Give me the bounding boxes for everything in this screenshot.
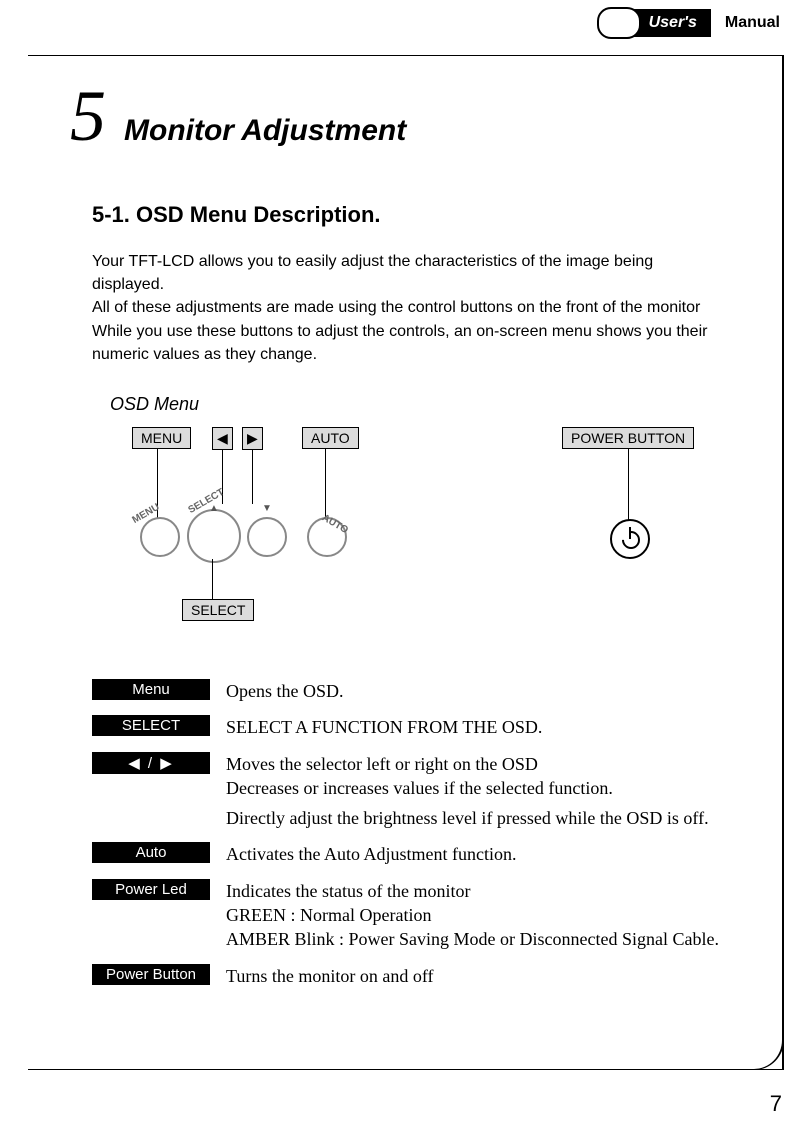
intro-p2: All of these adjustments are made using … bbox=[92, 299, 700, 316]
menu-dial-icon bbox=[140, 517, 180, 557]
diagram-right-arrow-box: ▶ bbox=[242, 427, 263, 450]
def-label-auto: Auto bbox=[92, 842, 210, 863]
line-right bbox=[252, 449, 253, 504]
header-users: User's bbox=[631, 9, 711, 37]
diagram-power-box: POWER BUTTON bbox=[562, 427, 694, 449]
chapter-number: 5 bbox=[70, 80, 106, 152]
diagram-left-arrow-box: ◀ bbox=[212, 427, 233, 450]
diagram-menu-box: MENU bbox=[132, 427, 191, 449]
def-desc-powerled: Indicates the status of the monitor GREE… bbox=[226, 879, 757, 952]
definitions: Menu Opens the OSD. SELECT SELECT A FUNC… bbox=[92, 679, 757, 988]
diagram-title: OSD Menu bbox=[110, 394, 757, 415]
up-triangle-icon: ▲ bbox=[209, 503, 219, 514]
def-label-powerbtn: Power Button bbox=[92, 964, 210, 985]
def-row-select: SELECT SELECT A FUNCTION FROM THE OSD. bbox=[92, 715, 757, 739]
arrows-dial-icon bbox=[247, 517, 287, 557]
def-desc-select: SELECT A FUNCTION FROM THE OSD. bbox=[226, 715, 757, 739]
def-row-menu: Menu Opens the OSD. bbox=[92, 679, 757, 703]
def-powerled-d3: AMBER Blink : Power Saving Mode or Disco… bbox=[226, 929, 719, 949]
chapter-title: Monitor Adjustment bbox=[124, 114, 406, 148]
diagram-auto-box: AUTO bbox=[302, 427, 359, 449]
page-number: 7 bbox=[770, 1091, 782, 1117]
def-row-auto: Auto Activates the Auto Adjustment funct… bbox=[92, 842, 757, 866]
intro-text: Your TFT-LCD allows you to easily adjust… bbox=[92, 250, 712, 366]
def-row-powerled: Power Led Indicates the status of the mo… bbox=[92, 879, 757, 952]
def-label-select: SELECT bbox=[92, 715, 210, 736]
header-manual: Manual bbox=[711, 9, 794, 37]
def-label-arrows: ◀ / ▶ bbox=[92, 752, 210, 774]
diagram-select-box: SELECT bbox=[182, 599, 254, 621]
line-power bbox=[628, 449, 629, 524]
def-row-arrows: ◀ / ▶ Moves the selector left or right o… bbox=[92, 752, 757, 831]
def-desc-arrows: Moves the selector left or right on the … bbox=[226, 752, 757, 831]
section-title: 5-1. OSD Menu Description. bbox=[92, 202, 757, 228]
power-icon bbox=[610, 519, 650, 559]
select-dial-icon bbox=[187, 509, 241, 563]
tab-ring-icon bbox=[597, 7, 641, 39]
line-auto bbox=[325, 449, 326, 519]
def-desc-menu: Opens the OSD. bbox=[226, 679, 757, 703]
intro-p1: Your TFT-LCD allows you to easily adjust… bbox=[92, 253, 653, 293]
line-select bbox=[212, 559, 213, 599]
def-row-powerbtn: Power Button Turns the monitor on and of… bbox=[92, 964, 757, 988]
def-arrows-d1: Moves the selector left or right on the … bbox=[226, 754, 538, 774]
down-triangle-icon: ▼ bbox=[262, 503, 272, 514]
chapter-heading: 5 Monitor Adjustment bbox=[70, 80, 757, 152]
def-desc-powerbtn: Turns the monitor on and off bbox=[226, 964, 757, 988]
intro-p3: While you use these buttons to adjust th… bbox=[92, 323, 707, 363]
def-label-powerled: Power Led bbox=[92, 879, 210, 900]
def-powerled-d1: Indicates the status of the monitor bbox=[226, 881, 470, 901]
header-tab: User's Manual bbox=[597, 8, 794, 38]
def-arrows-d3: Directly adjust the brightness level if … bbox=[226, 806, 757, 830]
osd-diagram: MENU ◀ ▶ AUTO POWER BUTTON MENU SELECT A… bbox=[92, 419, 757, 639]
def-label-menu: Menu bbox=[92, 679, 210, 700]
def-powerled-d2: GREEN : Normal Operation bbox=[226, 905, 431, 925]
def-desc-auto: Activates the Auto Adjustment function. bbox=[226, 842, 757, 866]
def-arrows-d2: Decreases or increases values if the sel… bbox=[226, 778, 613, 798]
